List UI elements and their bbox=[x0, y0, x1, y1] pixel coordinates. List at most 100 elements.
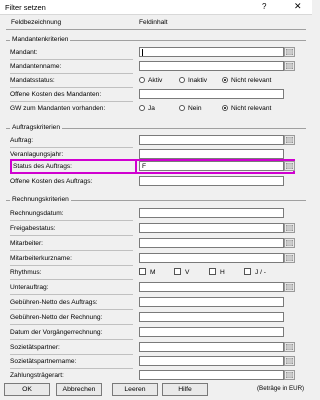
picker-icon[interactable] bbox=[284, 223, 295, 233]
gebuehren-rechnung-input[interactable] bbox=[139, 312, 284, 322]
unterauftrag-input[interactable] bbox=[139, 282, 284, 292]
close-icon[interactable]: ✕ bbox=[294, 1, 302, 12]
header-field-content: Feldinhalt bbox=[139, 19, 168, 26]
row-divider bbox=[10, 265, 133, 266]
row-divider bbox=[10, 147, 133, 148]
label-mandant: Mandant: bbox=[10, 49, 38, 56]
mandant-input[interactable] bbox=[139, 47, 284, 57]
offene-kosten-mandanten-input[interactable] bbox=[139, 89, 284, 99]
radio-gw-nein[interactable]: Nein bbox=[179, 105, 202, 112]
label-status-auftrag: Status des Auftrags: bbox=[13, 163, 73, 170]
status-auftrag-input[interactable]: F bbox=[139, 161, 284, 171]
row-divider bbox=[10, 339, 133, 340]
radio-dot bbox=[139, 77, 145, 83]
label-sozietaetspartnername: Sozietätspartnername: bbox=[10, 358, 77, 365]
radio-dot bbox=[179, 77, 185, 83]
checkbox-rhythmus-j[interactable]: J / - bbox=[244, 268, 266, 276]
row-divider bbox=[10, 279, 133, 280]
checkbox-box bbox=[139, 268, 146, 275]
radio-status-nicht-relevant[interactable]: Nicht relevant bbox=[222, 77, 271, 84]
sozietaetspartner-input[interactable] bbox=[139, 342, 284, 352]
picker-icon[interactable] bbox=[284, 342, 295, 352]
row-divider bbox=[10, 101, 133, 102]
help-button[interactable]: Hilfe bbox=[162, 383, 208, 396]
row-divider bbox=[10, 87, 133, 88]
checkbox-box bbox=[209, 268, 216, 275]
currency-note: (Beträge in EUR) bbox=[257, 385, 305, 392]
datum-vorgaenger-input[interactable] bbox=[139, 327, 284, 337]
header-divider bbox=[6, 29, 306, 30]
picker-icon[interactable] bbox=[284, 370, 295, 380]
label-freigabestatus: Freigabestatus: bbox=[10, 225, 56, 232]
checkbox-box bbox=[174, 268, 181, 275]
radio-gw-nicht-relevant[interactable]: Nicht relevant bbox=[222, 105, 271, 112]
picker-icon[interactable] bbox=[284, 161, 295, 171]
row-divider bbox=[10, 73, 133, 74]
gebuehren-auftrag-input[interactable] bbox=[139, 297, 284, 307]
label-mitarbeiterkurzname: Mitarbeiterkurzname: bbox=[10, 255, 72, 262]
radio-dot-selected bbox=[222, 77, 228, 83]
sozietaetspartnername-input[interactable] bbox=[139, 356, 284, 366]
radio-gw-ja[interactable]: Ja bbox=[139, 105, 155, 112]
label-sozietaetspartner: Sozietätspartner: bbox=[10, 344, 60, 351]
picker-icon[interactable] bbox=[284, 61, 295, 71]
label-zahlungstraeger: Zahlungsträgerart: bbox=[10, 372, 64, 379]
picker-icon[interactable] bbox=[284, 253, 295, 263]
row-divider bbox=[10, 250, 133, 251]
picker-icon[interactable] bbox=[284, 282, 295, 292]
help-icon[interactable]: ? bbox=[262, 2, 266, 11]
label-mandantenname: Mandantenname: bbox=[10, 63, 62, 70]
auftrag-input[interactable] bbox=[139, 135, 284, 145]
checkbox-rhythmus-m[interactable]: M bbox=[139, 268, 156, 276]
checkbox-rhythmus-v[interactable]: V bbox=[174, 268, 189, 276]
row-divider bbox=[10, 354, 133, 355]
radio-dot-selected bbox=[222, 105, 228, 111]
picker-icon[interactable] bbox=[284, 356, 295, 366]
picker-icon[interactable] bbox=[284, 47, 295, 57]
label-datum-vorgaenger: Datum der Vorgängerrechnung: bbox=[10, 329, 103, 336]
group-title-auftrag: Auftragskriterien bbox=[10, 124, 63, 131]
label-gebuehren-auftrag: Gebühren-Netto des Auftrags: bbox=[10, 299, 98, 306]
checkbox-box bbox=[244, 268, 251, 275]
row-divider bbox=[10, 368, 133, 369]
row-divider bbox=[10, 294, 133, 295]
label-rhythmus: Rhythmus: bbox=[10, 269, 42, 276]
label-unterauftrag: Unterauftrag: bbox=[10, 284, 49, 291]
freigabestatus-input[interactable] bbox=[139, 223, 284, 233]
radio-status-inaktiv[interactable]: Inaktiv bbox=[179, 77, 207, 84]
radio-status-aktiv[interactable]: Aktiv bbox=[139, 77, 162, 84]
offene-kosten-auftrag-input[interactable] bbox=[139, 176, 284, 186]
picker-icon[interactable] bbox=[284, 135, 295, 145]
mitarbeiter-input[interactable] bbox=[139, 238, 284, 248]
mitarbeiterkurzname-input[interactable] bbox=[139, 253, 284, 263]
label-mandatsstatus: Mandatsstatus: bbox=[10, 77, 55, 84]
row-divider bbox=[10, 324, 133, 325]
zahlungstraeger-input[interactable] bbox=[139, 370, 284, 380]
rechnungsdatum-input[interactable] bbox=[139, 208, 284, 218]
clear-button[interactable]: Leeren bbox=[112, 383, 158, 396]
radio-dot bbox=[139, 105, 145, 111]
checkbox-rhythmus-h[interactable]: H bbox=[209, 268, 225, 276]
row-divider bbox=[10, 235, 133, 236]
label-rechnungsdatum: Rechnungsdatum: bbox=[10, 210, 64, 217]
window-title: Filter setzen bbox=[5, 3, 46, 12]
title-bar: Filter setzen ? ✕ bbox=[0, 0, 312, 15]
label-veranlagungsjahr: Veranlagungsjahr: bbox=[10, 151, 64, 158]
radio-dot bbox=[179, 105, 185, 111]
header-field-name: Feldbezeichnung bbox=[11, 19, 62, 26]
cancel-button[interactable]: Abbrechen bbox=[56, 383, 102, 396]
label-gw-mandanten: GW zum Mandanten vorhanden: bbox=[10, 105, 106, 112]
label-offene-kosten-mandanten: Offene Kosten des Mandanten: bbox=[10, 91, 102, 98]
mandantenname-input[interactable] bbox=[139, 61, 284, 71]
row-divider bbox=[10, 220, 133, 221]
row-divider bbox=[10, 59, 133, 60]
label-gebuehren-rechnung: Gebühren-Netto der Rechnung: bbox=[10, 314, 103, 321]
picker-icon[interactable] bbox=[284, 238, 295, 248]
group-title-mandanten: Mandantenkriterien bbox=[10, 36, 71, 43]
veranlagungsjahr-input[interactable] bbox=[139, 149, 284, 159]
group-title-rechnung: Rechnungskriterien bbox=[10, 196, 71, 203]
ok-button[interactable]: OK bbox=[4, 383, 50, 396]
label-auftrag: Auftrag: bbox=[10, 137, 34, 144]
row-divider bbox=[10, 309, 133, 310]
label-offene-kosten-auftrag: Offene Kosten des Auftrags: bbox=[10, 178, 93, 185]
